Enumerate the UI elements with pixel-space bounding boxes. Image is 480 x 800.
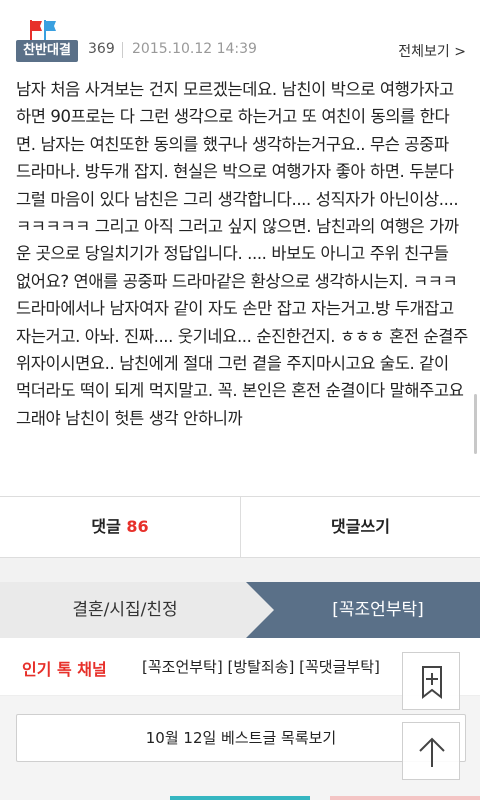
- divider: [122, 42, 123, 58]
- post-body: 남자 처음 사겨보는 건지 모르겠는데요. 남친이 박으로 여행가자고 하면 9…: [16, 80, 468, 428]
- view-all-link[interactable]: 전체보기 >: [398, 41, 466, 61]
- vote-badge[interactable]: 찬반대결: [16, 40, 78, 62]
- write-comment-button[interactable]: 댓글쓰기: [241, 497, 480, 557]
- comments-count: 86: [126, 517, 149, 536]
- action-bar: 댓글 86 댓글쓰기: [0, 496, 480, 558]
- tab-category[interactable]: 결혼/시집/친정: [0, 582, 250, 638]
- bottom-strip: [330, 796, 480, 800]
- section-gap: [0, 558, 480, 582]
- best-list-button[interactable]: 10월 12일 베스트글 목록보기: [16, 714, 466, 762]
- tab-subcategory-label: [꼭조언부탁]: [332, 600, 424, 620]
- bottom-strip: [170, 796, 310, 800]
- scroll-indicator: [474, 394, 477, 454]
- channel-items[interactable]: [꼭조언부탁] [방탈죄송] [꼭댓글부탁]: [142, 656, 380, 677]
- flag-icon: [30, 20, 60, 40]
- comments-button[interactable]: 댓글 86: [0, 497, 240, 557]
- tab-subcategory[interactable]: [꼭조언부탁]: [246, 582, 480, 638]
- vote-count: 369: [88, 41, 115, 57]
- arrow-up-icon: [419, 737, 445, 767]
- post-date: 2015.10.12 14:39: [132, 41, 257, 57]
- channel-title: 인기 톡 채널: [22, 660, 107, 679]
- bookmark-add-icon: [422, 666, 442, 700]
- scroll-top-button[interactable]: [402, 722, 460, 780]
- comments-label: 댓글: [91, 517, 121, 536]
- bookmark-add-button[interactable]: [402, 652, 460, 710]
- category-tabs: 결혼/시집/친정 [꼭조언부탁]: [0, 582, 480, 638]
- post-header: 찬반대결 369 2015.10.12 14:39 전체보기 >: [0, 0, 480, 68]
